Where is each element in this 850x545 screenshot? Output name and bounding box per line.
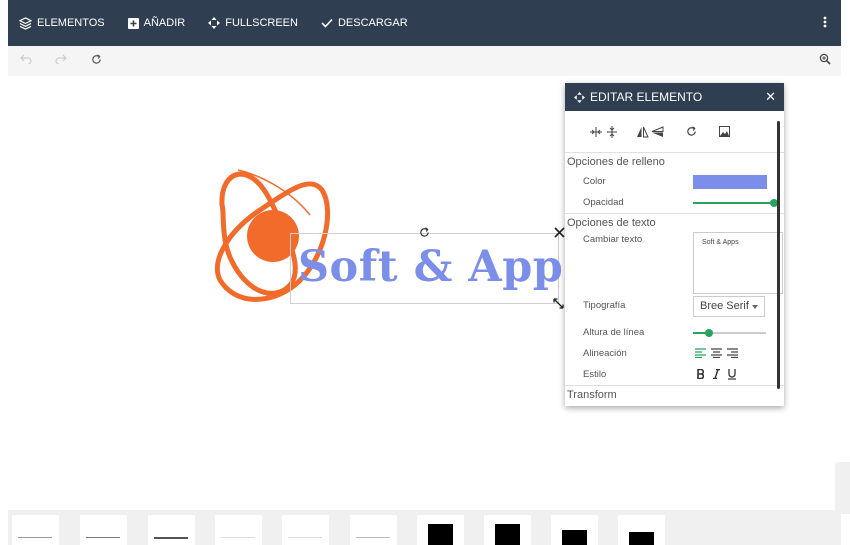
font-label: Tipografía [583,300,626,311]
thumbnail-item[interactable] [618,515,665,545]
delete-handle-icon[interactable] [554,227,565,238]
transform-tools [565,111,784,153]
panel-scrollbar[interactable] [777,121,780,389]
rotate-handle-icon[interactable] [419,227,430,238]
thumbnail-item[interactable] [148,515,195,545]
text-input-value: Soft & Apps [702,239,739,246]
refresh-icon[interactable] [91,54,102,65]
top-toolbar: ELEMENTOS AÑADIR FULLSCREEN DESCARGAR [8,0,841,46]
text-section-title: Opciones de texto [567,217,656,229]
elementos-label: ELEMENTOS [37,17,105,29]
side-panel-tab[interactable] [835,462,850,514]
bold-icon[interactable] [697,369,704,379]
color-label: Color [583,176,606,187]
plus-box-icon [127,17,139,29]
change-text-label: Cambiar texto [583,234,643,245]
text-input[interactable]: Soft & Apps [693,232,783,294]
thumbnail-item[interactable] [350,515,397,545]
logo-text[interactable]: Soft & Apps [298,242,588,292]
font-select-value: Bree Serif [700,300,749,312]
font-select[interactable]: Bree Serif [693,296,765,317]
thumbnail-item[interactable] [215,515,262,545]
color-row: Color [565,171,784,192]
align-row: Alineación [565,343,784,364]
edit-element-panel: EDITAR ELEMENTO ✕ Opciones de relleno Co… [565,83,784,406]
align-left-icon[interactable] [695,348,706,358]
opacity-row: Opacidad [565,192,784,213]
panel-header: EDITAR ELEMENTO [565,83,784,111]
line-height-slider-thumb[interactable] [705,329,713,337]
elementos-button[interactable]: ELEMENTOS [19,16,105,30]
panel-title: EDITAR ELEMENTO [590,90,703,104]
close-icon[interactable]: ✕ [765,89,776,105]
fill-section-title: Opciones de relleno [567,156,665,168]
transform-section-title: Transform [567,389,617,401]
color-swatch[interactable] [693,175,767,189]
style-label: Estilo [583,369,607,380]
layers-icon [19,16,32,30]
anadir-button[interactable]: AÑADIR [127,17,186,29]
descargar-button[interactable]: DESCARGAR [321,17,408,29]
elements-strip [8,510,841,545]
anadir-label: AÑADIR [143,17,186,29]
flip-horizontal-icon[interactable] [636,126,649,138]
fullscreen-button[interactable]: FULLSCREEN [208,17,298,29]
thumbnail-item[interactable] [551,515,598,545]
thumbnail-item[interactable] [417,515,464,545]
flip-vertical-icon[interactable] [651,125,664,138]
history-toolbar [8,46,841,76]
zoom-in-icon[interactable] [819,53,831,65]
underline-icon[interactable] [728,369,736,380]
align-right-icon[interactable] [727,348,738,358]
font-row: Tipografía Bree Serif [565,296,784,322]
opacity-label: Opacidad [583,197,624,208]
align-center-icon[interactable] [711,348,722,358]
thumbnail-item[interactable] [282,515,329,545]
arrows-expand-icon [574,91,585,103]
redo-icon[interactable] [55,54,67,64]
image-icon[interactable] [719,126,730,137]
line-height-label: Altura de línea [583,327,645,338]
descargar-label: DESCARGAR [337,17,408,29]
thumbnail-item[interactable] [484,515,531,545]
caret-down-icon [752,305,758,309]
check-icon [321,18,333,28]
align-horizontal-center-icon[interactable] [590,126,602,138]
arrows-expand-icon [208,17,221,29]
resize-handle-icon[interactable] [553,298,564,309]
fullscreen-label: FULLSCREEN [225,17,298,29]
align-vertical-center-icon[interactable] [606,125,618,138]
opacity-slider[interactable] [693,202,773,204]
undo-icon[interactable] [20,54,32,64]
thumbnail-item[interactable] [12,515,59,545]
more-vertical-icon[interactable] [823,15,827,29]
line-height-row: Altura de línea [565,322,784,343]
style-row: Estilo [565,364,784,385]
italic-icon[interactable] [713,369,720,379]
rotate-icon[interactable] [686,126,697,137]
change-text-row: Cambiar texto Soft & Apps [565,232,784,296]
align-label: Alineación [583,348,627,359]
thumbnail-item[interactable] [80,515,127,545]
